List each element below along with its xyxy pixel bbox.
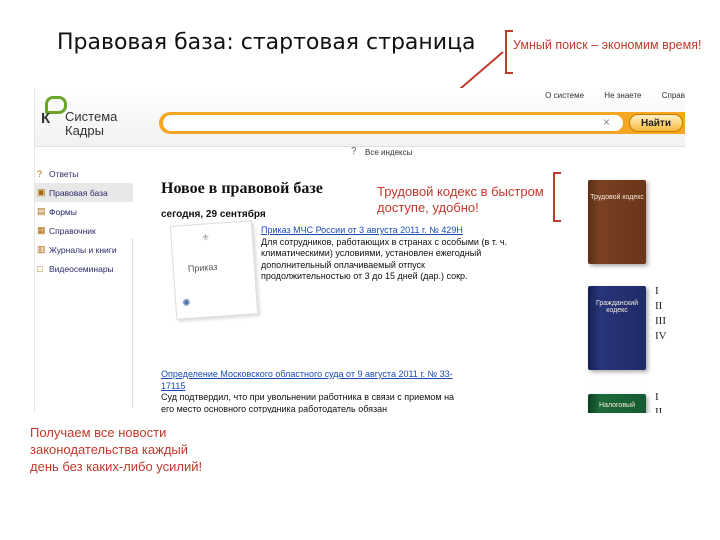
news-link[interactable]: Определение Московского областного суда … bbox=[161, 369, 461, 392]
find-button[interactable]: Найти bbox=[629, 114, 683, 132]
top-link-help[interactable]: Справ bbox=[662, 91, 685, 100]
sidebar: ? Ответы ▣ Правовая база ▤ Формы ▦ Справ… bbox=[35, 164, 133, 278]
logo-k-icon: К bbox=[41, 110, 51, 127]
volume-link[interactable]: I bbox=[655, 390, 662, 405]
callout-labor-code: Трудовой кодекс в быстром доступе, удобн… bbox=[377, 184, 544, 215]
form-icon: ▤ bbox=[37, 206, 46, 216]
volume-link[interactable]: IV bbox=[655, 329, 667, 344]
search-bar: × Найти bbox=[159, 112, 685, 134]
volume-link[interactable]: II bbox=[655, 299, 667, 314]
sidebar-divider bbox=[132, 238, 133, 408]
news-text: Для сотрудников, работающих в странах с … bbox=[261, 236, 508, 282]
callout-news: Получаем все новости законодательства ка… bbox=[30, 425, 203, 474]
date-label: сегодня, 29 сентября bbox=[161, 209, 266, 220]
search-input[interactable] bbox=[163, 115, 623, 131]
logo-text: Система Кадры bbox=[65, 110, 117, 138]
close-icon[interactable]: × bbox=[603, 115, 610, 129]
volume-list: I II bbox=[655, 390, 662, 413]
sidebar-item-label: Формы bbox=[49, 206, 77, 217]
all-indexes-link[interactable]: Все индексы bbox=[365, 148, 412, 157]
sidebar-item-webinars[interactable]: □ Видеосеминары bbox=[35, 259, 133, 278]
top-links: О системе Не знаете Справ bbox=[527, 91, 685, 100]
volume-link[interactable]: II bbox=[655, 405, 662, 413]
news-link[interactable]: Приказ МЧС России от 3 августа 2011 г. №… bbox=[261, 225, 511, 237]
news-item: Приказ МЧС России от 3 августа 2011 г. №… bbox=[261, 225, 511, 283]
callout-search: Умный поиск – экономим время! bbox=[513, 38, 702, 52]
sidebar-item-journals[interactable]: ▥ Журналы и книги bbox=[35, 240, 133, 259]
top-link-about[interactable]: О системе bbox=[545, 91, 584, 100]
sidebar-item-legal-base[interactable]: ▣ Правовая база bbox=[35, 183, 133, 202]
video-icon: □ bbox=[37, 263, 43, 274]
book-labor-code[interactable]: Трудовой кодекс bbox=[588, 180, 646, 264]
sidebar-item-label: Журналы и книги bbox=[49, 244, 117, 255]
volume-link[interactable]: I bbox=[655, 284, 667, 299]
news-text: Суд подтвердил, что при увольнении работ… bbox=[161, 392, 455, 413]
sidebar-item-answers[interactable]: ? Ответы bbox=[35, 164, 133, 183]
app-header: К Система Кадры О системе Не знаете Спра… bbox=[35, 88, 685, 147]
news-item: Определение Московского областного суда … bbox=[161, 369, 461, 413]
help-icon: ? bbox=[351, 146, 357, 157]
top-link-unknown[interactable]: Не знаете bbox=[604, 91, 641, 100]
logo-line-2: Кадры bbox=[65, 123, 104, 138]
logo-line-1: Система bbox=[65, 109, 118, 124]
question-icon: ? bbox=[37, 168, 43, 179]
app-screenshot: К Система Кадры О системе Не знаете Спра… bbox=[34, 88, 685, 413]
volume-link[interactable]: III bbox=[655, 314, 667, 329]
main-heading: Новое в правовой базе bbox=[161, 180, 323, 197]
document-thumbnail[interactable]: ⚜ Приказ ✺ bbox=[169, 220, 259, 320]
sidebar-item-reference[interactable]: ▦ Справочник bbox=[35, 221, 133, 240]
volume-list: I II III IV bbox=[655, 284, 667, 344]
app-logo[interactable]: К Система Кадры bbox=[41, 94, 151, 140]
sidebar-item-label: Видеосеминары bbox=[49, 263, 114, 274]
reference-icon: ▦ bbox=[37, 225, 46, 235]
emblem-icon: ⚜ bbox=[201, 232, 211, 243]
book-civil-code[interactable]: Гражданский кодекс bbox=[588, 286, 646, 370]
callout-bracket-top bbox=[505, 30, 513, 74]
sidebar-item-forms[interactable]: ▤ Формы bbox=[35, 202, 133, 221]
slide-title: Правовая база: стартовая страница bbox=[57, 30, 476, 55]
sidebar-item-label: Правовая база bbox=[49, 187, 108, 198]
sidebar-item-label: Ответы bbox=[49, 168, 79, 179]
stamp-icon: ✺ bbox=[181, 297, 192, 310]
journal-icon: ▥ bbox=[37, 244, 46, 254]
book-tax-code[interactable]: Налоговый bbox=[588, 394, 646, 413]
book-icon: ▣ bbox=[37, 187, 46, 197]
document-thumbnail-label: Приказ bbox=[187, 261, 218, 274]
sidebar-item-label: Справочник bbox=[49, 225, 96, 236]
